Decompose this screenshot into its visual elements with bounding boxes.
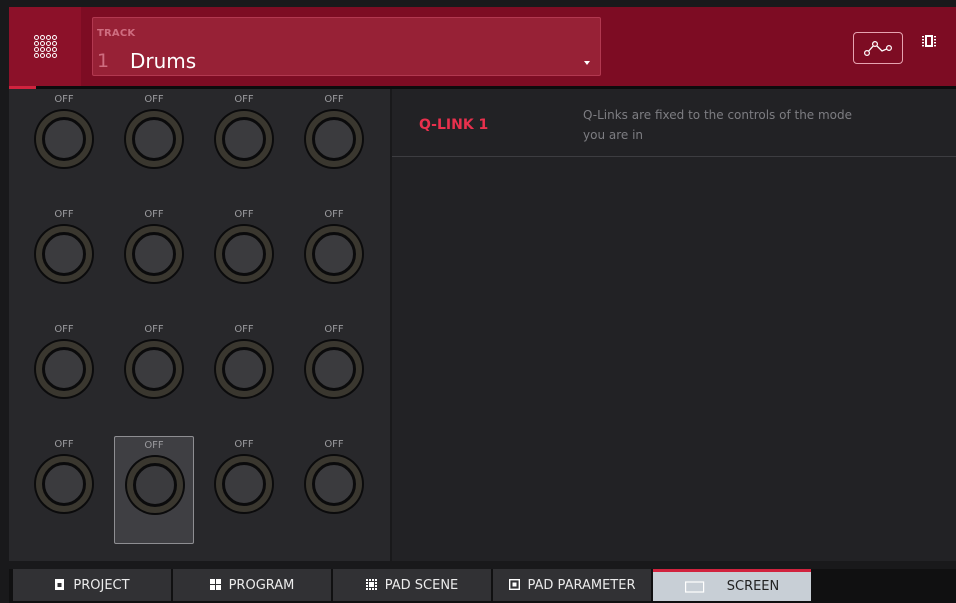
knob-value-label: OFF: [144, 324, 164, 335]
qlink-knob-16[interactable]: OFF: [294, 436, 374, 544]
knob-value-label: OFF: [234, 94, 254, 105]
knob-dial-icon: [124, 109, 184, 169]
track-number: 1: [97, 50, 110, 72]
track-label: TRACK: [97, 28, 136, 39]
screen-icon: [684, 580, 704, 593]
pad-scene-icon: [365, 579, 377, 590]
tab-project[interactable]: PROJECT: [13, 569, 171, 601]
knob-dial-icon: [304, 454, 364, 514]
program-icon: [209, 579, 221, 590]
tab-screen[interactable]: SCREEN: [653, 569, 811, 601]
qlink-knob-9[interactable]: OFF: [24, 321, 104, 429]
qlink-knob-7[interactable]: OFF: [204, 206, 284, 314]
qlink-knob-8[interactable]: OFF: [294, 206, 374, 314]
knob-value-label: OFF: [144, 440, 164, 451]
knob-value-label: OFF: [54, 324, 74, 335]
qlink-knob-panel: OFF OFF OFF OFF OFF OFF OFF OFF OFF OFF OFF OFF OFF O…: [9, 89, 390, 561]
tab-program[interactable]: PROGRAM: [173, 569, 331, 601]
qlink-knob-1[interactable]: OFF: [24, 91, 104, 199]
knob-value-label: OFF: [54, 439, 74, 450]
bottom-tab-bar: PROJECT PROGRAM PAD SCENE PAD PARAMETER SCRE…: [9, 569, 956, 603]
qlink-knob-10[interactable]: OFF: [114, 321, 194, 429]
knob-dial-icon: [304, 224, 364, 284]
header-bar: TRACK 1 Drums: [9, 7, 956, 86]
knob-dial-icon: [214, 224, 274, 284]
qlink-knob-3[interactable]: OFF: [204, 91, 284, 199]
knob-value-label: OFF: [234, 324, 254, 335]
qlink-knob-2[interactable]: OFF: [114, 91, 194, 199]
qlink-knob-12[interactable]: OFF: [294, 321, 374, 429]
knob-value-label: OFF: [54, 209, 74, 220]
grid-dots-icon: [33, 35, 57, 58]
info-divider: [392, 156, 956, 157]
qlink-knob-11[interactable]: OFF: [204, 321, 284, 429]
automation-button[interactable]: [853, 32, 903, 64]
chip-icon[interactable]: [922, 33, 936, 49]
tab-label: SCREEN: [726, 579, 780, 594]
knob-value-label: OFF: [234, 439, 254, 450]
dropdown-caret-icon: [584, 61, 590, 65]
track-selector[interactable]: TRACK 1 Drums: [92, 17, 601, 76]
qlink-description: Q-Links are fixed to the controls of the…: [583, 108, 853, 142]
knob-dial-icon: [34, 224, 94, 284]
knob-dial-icon: [34, 339, 94, 399]
knob-dial-icon: [125, 455, 185, 515]
qlink-info-panel: Q-LINK 1 Q-Links are fixed to the contro…: [392, 89, 956, 561]
tab-label: PROJECT: [73, 577, 130, 593]
qlink-knob-13[interactable]: OFF: [24, 436, 104, 544]
knob-value-label: OFF: [324, 439, 344, 450]
tab-label: PROGRAM: [228, 577, 295, 593]
knob-dial-icon: [34, 109, 94, 169]
knob-dial-icon: [304, 339, 364, 399]
knob-value-label: OFF: [324, 209, 344, 220]
knob-value-label: OFF: [324, 94, 344, 105]
tab-label: PAD SCENE: [384, 577, 459, 593]
tab-pad-parameter[interactable]: PAD PARAMETER: [493, 569, 651, 601]
knob-dial-icon: [34, 454, 94, 514]
qlink-knob-14[interactable]: OFF: [114, 436, 194, 544]
pad-parameter-icon: [508, 579, 520, 591]
qlink-knob-4[interactable]: OFF: [294, 91, 374, 199]
tab-pad-scene[interactable]: PAD SCENE: [333, 569, 491, 601]
knob-value-label: OFF: [144, 94, 164, 105]
automation-curve-icon: [863, 40, 893, 57]
tab-label: PAD PARAMETER: [527, 577, 636, 593]
knob-dial-icon: [214, 454, 274, 514]
knob-value-label: OFF: [234, 209, 254, 220]
knob-dial-icon: [124, 339, 184, 399]
knob-dial-icon: [304, 109, 364, 169]
qlink-knob-5[interactable]: OFF: [24, 206, 104, 314]
knob-dial-icon: [214, 109, 274, 169]
knob-value-label: OFF: [144, 209, 164, 220]
knob-value-label: OFF: [54, 94, 74, 105]
menu-grid-button[interactable]: [9, 7, 81, 86]
knob-dial-icon: [124, 224, 184, 284]
knob-dial-icon: [214, 339, 274, 399]
track-name: Drums: [130, 49, 197, 73]
project-icon: [55, 579, 65, 590]
qlink-title: Q-LINK 1: [419, 117, 489, 133]
qlink-knob-6[interactable]: OFF: [114, 206, 194, 314]
qlink-knob-15[interactable]: OFF: [204, 436, 284, 544]
knob-value-label: OFF: [324, 324, 344, 335]
